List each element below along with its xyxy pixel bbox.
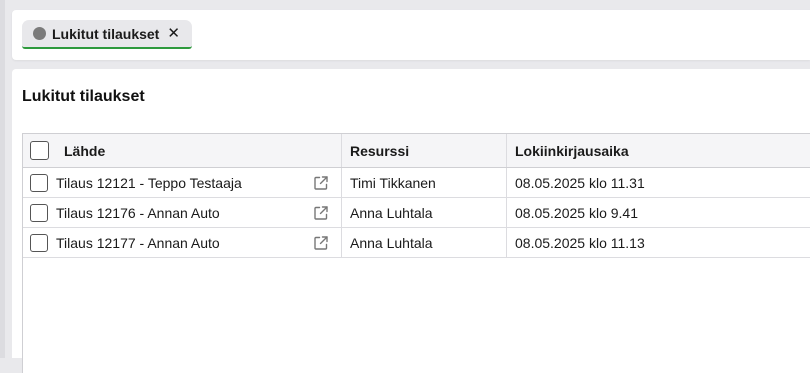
row-checkbox[interactable]	[30, 233, 48, 252]
external-link-icon[interactable]	[313, 235, 329, 251]
tab-bar: Lukitut tilaukset ✕	[12, 10, 810, 60]
cell-login-time: 08.05.2025 klo 11.31	[515, 174, 645, 191]
column-header-source[interactable]: Lähde	[23, 134, 342, 167]
cell-login-time: 08.05.2025 klo 11.13	[515, 234, 645, 251]
left-edge-strip	[0, 0, 5, 358]
cell-login-time: 08.05.2025 klo 9.41	[515, 204, 638, 221]
locked-orders-table: Lähde Resurssi Lokiinkirjausaika Tilaus …	[22, 133, 810, 373]
cell-resource: Timi Tikkanen	[342, 168, 507, 197]
tab-locked-orders[interactable]: Lukitut tilaukset ✕	[22, 20, 192, 49]
page-title: Lukitut tilaukset	[22, 88, 145, 105]
external-link-icon[interactable]	[313, 175, 329, 191]
cell-source: Tilaus 12177 - Annan Auto	[23, 228, 342, 257]
column-header-label: Resurssi	[350, 142, 410, 159]
cell-resource: Anna Luhtala	[342, 198, 507, 227]
column-header-login-time[interactable]: Lokiinkirjausaika	[507, 134, 810, 167]
table-row[interactable]: Tilaus 12176 - Annan Auto Anna Luhtala 0…	[23, 198, 810, 228]
column-header-label: Lähde	[64, 142, 106, 159]
row-checkbox[interactable]	[30, 203, 48, 222]
tab-label: Lukitut tilaukset	[52, 25, 160, 42]
cell-source: Tilaus 12176 - Annan Auto	[23, 198, 342, 227]
close-icon[interactable]: ✕	[167, 26, 180, 41]
source-text: Tilaus 12121 - Teppo Testaaja	[56, 174, 242, 191]
select-all-checkbox[interactable]	[30, 141, 49, 160]
row-checkbox[interactable]	[30, 173, 48, 192]
source-text: Tilaus 12176 - Annan Auto	[56, 204, 220, 221]
source-text: Tilaus 12177 - Annan Auto	[56, 234, 220, 251]
column-header-resource[interactable]: Resurssi	[342, 134, 507, 167]
main-panel: Lukitut tilaukset Lähde Resurssi Lokiink…	[12, 69, 810, 373]
table-row[interactable]: Tilaus 12177 - Annan Auto Anna Luhtala 0…	[23, 228, 810, 258]
cell-resource: Anna Luhtala	[342, 228, 507, 257]
column-header-label: Lokiinkirjausaika	[515, 142, 629, 159]
status-dot-icon	[33, 27, 46, 40]
table-header-row: Lähde Resurssi Lokiinkirjausaika	[23, 134, 810, 168]
cell-source: Tilaus 12121 - Teppo Testaaja	[23, 168, 342, 197]
table-row[interactable]: Tilaus 12121 - Teppo Testaaja Timi Tikka…	[23, 168, 810, 198]
external-link-icon[interactable]	[313, 205, 329, 221]
